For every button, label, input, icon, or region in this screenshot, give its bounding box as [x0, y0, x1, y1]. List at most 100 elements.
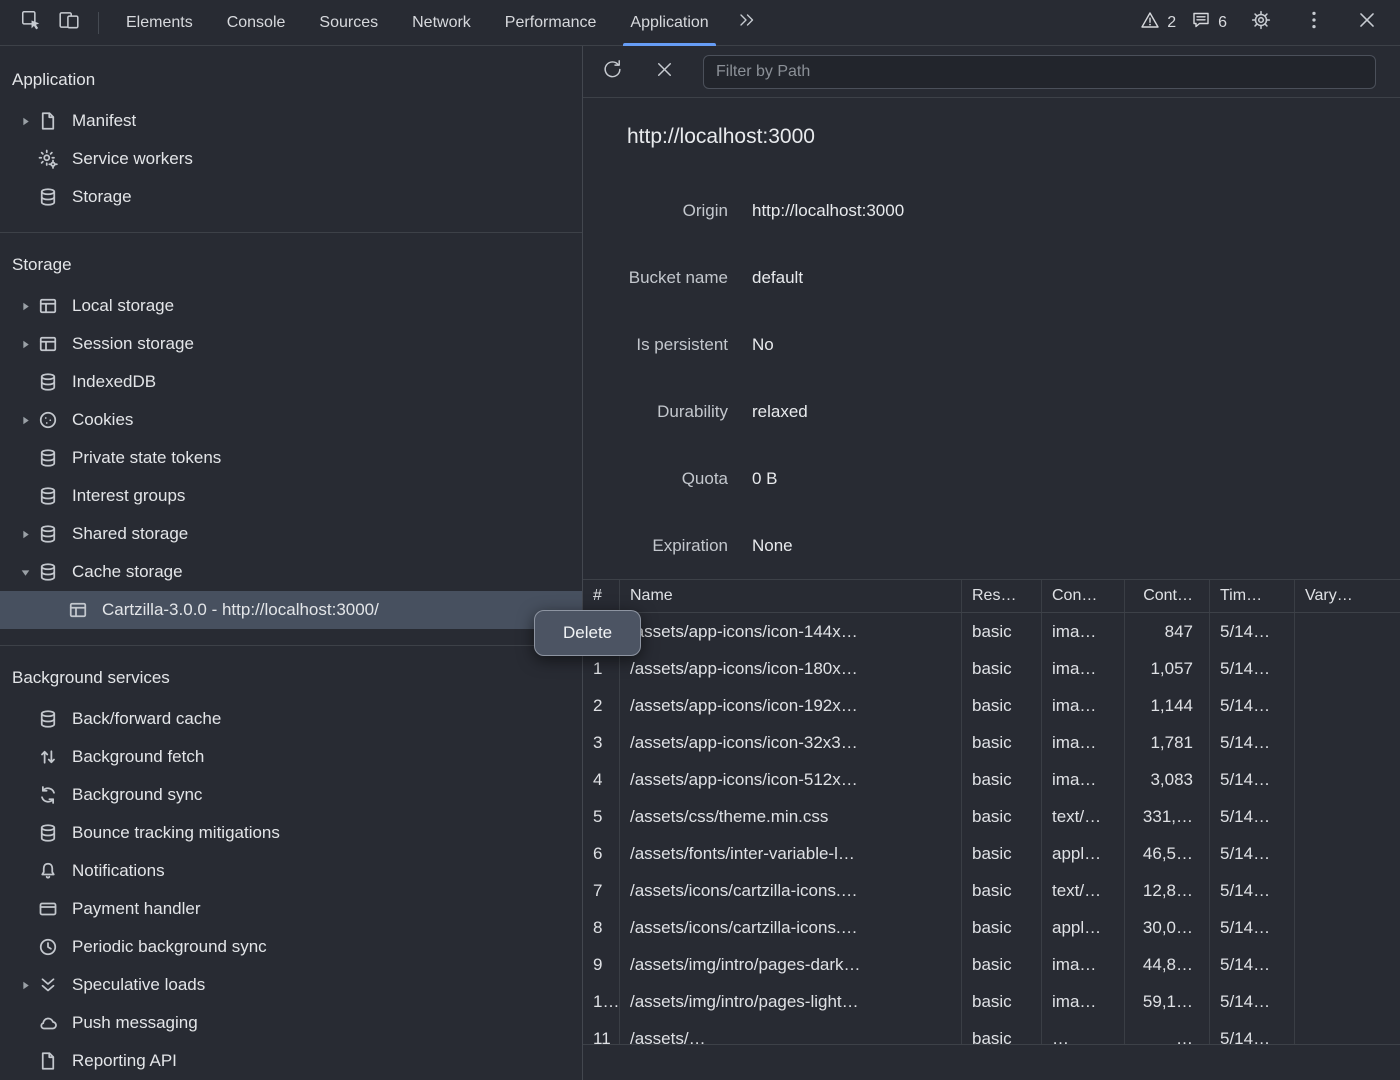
triangle-right-icon[interactable] — [14, 115, 36, 128]
double-chevron-down-icon — [36, 975, 60, 995]
column-header-res[interactable]: Res… — [961, 580, 1041, 612]
table-row[interactable]: 5/assets/css/theme.min.cssbasictext/…331… — [583, 798, 1400, 835]
settings-button[interactable] — [1244, 6, 1278, 40]
clear-button[interactable] — [651, 59, 677, 85]
filter-by-path-input[interactable] — [703, 55, 1376, 89]
sidebar-item-label: Background fetch — [72, 747, 204, 767]
tab-sources[interactable]: Sources — [302, 0, 395, 46]
column-header-con[interactable]: Con… — [1041, 580, 1124, 612]
column-header-name[interactable]: Name — [619, 580, 961, 612]
table-row[interactable]: 6/assets/fonts/inter-variable-l…basicapp… — [583, 835, 1400, 872]
issues-warning-button[interactable]: 2 — [1140, 10, 1176, 35]
close-devtools-button[interactable] — [1350, 6, 1384, 40]
table-row[interactable]: 1…/assets/img/intro/pages-light…basicima… — [583, 983, 1400, 1020]
table-row[interactable]: 0/assets/app-icons/icon-144x…basicima…84… — [583, 613, 1400, 650]
triangle-right-icon[interactable] — [14, 300, 36, 313]
table-body: 0/assets/app-icons/icon-144x…basicima…84… — [583, 613, 1400, 1044]
cell-res: basic — [961, 798, 1041, 835]
sidebar-item-cache-storage[interactable]: Cache storage — [0, 553, 582, 591]
triangle-right-icon[interactable] — [14, 528, 36, 541]
database-icon — [36, 524, 60, 544]
cell-vary — [1294, 761, 1400, 798]
table-row[interactable]: 3/assets/app-icons/icon-32x3…basicima…1,… — [583, 724, 1400, 761]
sidebar-item-label: Push messaging — [72, 1013, 198, 1033]
device-toolbar-button[interactable] — [52, 6, 86, 40]
inspect-element-button[interactable] — [14, 6, 48, 40]
metadata-row-origin: Originhttp://localhost:3000 — [583, 177, 1400, 244]
sidebar-item-periodic-background-sync[interactable]: Periodic background sync — [0, 928, 582, 966]
cell-cont: 44,8… — [1124, 946, 1209, 983]
sidebar-item-indexeddb[interactable]: IndexedDB — [0, 363, 582, 401]
sidebar-item-storage[interactable]: Storage — [0, 178, 582, 216]
cell-tim: 5/14… — [1209, 872, 1294, 909]
tab-network[interactable]: Network — [395, 0, 488, 46]
cell-con: ima… — [1041, 983, 1124, 1020]
context-menu-delete[interactable]: Delete — [539, 615, 636, 651]
cell-num: 8 — [583, 909, 619, 946]
cell-name: /assets/icons/cartzilla-icons.… — [619, 909, 961, 946]
triangle-right-icon[interactable] — [14, 414, 36, 427]
table-row[interactable]: 7/assets/icons/cartzilla-icons.…basictex… — [583, 872, 1400, 909]
cell-tim: 5/14… — [1209, 613, 1294, 650]
sidebar-item-speculative-loads[interactable]: Speculative loads — [0, 966, 582, 1004]
sidebar-item-shared-storage[interactable]: Shared storage — [0, 515, 582, 553]
sidebar-item-local-storage[interactable]: Local storage — [0, 287, 582, 325]
triangle-right-icon[interactable] — [14, 979, 36, 992]
column-header-cont[interactable]: Cont… — [1124, 580, 1209, 612]
sidebar-item-cookies[interactable]: Cookies — [0, 401, 582, 439]
sidebar-item-label: Background sync — [72, 785, 202, 805]
table-row[interactable]: 2/assets/app-icons/icon-192x…basicima…1,… — [583, 687, 1400, 724]
column-header-index[interactable]: # — [583, 580, 619, 612]
column-header-tim[interactable]: Tim… — [1209, 580, 1294, 612]
table-row[interactable]: 11/assets/…basic……5/14… — [583, 1020, 1400, 1044]
cell-name: /assets/css/theme.min.css — [619, 798, 961, 835]
sidebar-item-bounce-tracking-mitigations[interactable]: Bounce tracking mitigations — [0, 814, 582, 852]
triangle-right-icon[interactable] — [14, 338, 36, 351]
cell-tim: 5/14… — [1209, 909, 1294, 946]
sidebar-item-reporting-api[interactable]: Reporting API — [0, 1042, 582, 1080]
cell-res: basic — [961, 872, 1041, 909]
column-header-vary[interactable]: Vary… — [1294, 580, 1400, 612]
tab-performance[interactable]: Performance — [488, 0, 614, 46]
cell-tim: 5/14… — [1209, 724, 1294, 761]
table-row[interactable]: 1/assets/app-icons/icon-180x…basicima…1,… — [583, 650, 1400, 687]
sidebar-item-session-storage[interactable]: Session storage — [0, 325, 582, 363]
sidebar-item-background-fetch[interactable]: Background fetch — [0, 738, 582, 776]
cell-vary — [1294, 872, 1400, 909]
metadata-label: Is persistent — [583, 335, 728, 355]
menu-button[interactable] — [1297, 6, 1331, 40]
preview-pane — [583, 1044, 1400, 1080]
cell-vary — [1294, 983, 1400, 1020]
cell-name: /assets/app-icons/icon-32x3… — [619, 724, 961, 761]
console-messages-button[interactable]: 6 — [1191, 10, 1227, 35]
sidebar-item-private-state-tokens[interactable]: Private state tokens — [0, 439, 582, 477]
toolbar-separator — [98, 12, 99, 34]
sidebar-item-push-messaging[interactable]: Push messaging — [0, 1004, 582, 1042]
sidebar-item-payment-handler[interactable]: Payment handler — [0, 890, 582, 928]
table-row[interactable]: 8/assets/icons/cartzilla-icons.…basicapp… — [583, 909, 1400, 946]
cell-num: 7 — [583, 872, 619, 909]
devtools-content: ApplicationManifestService workersStorag… — [0, 46, 1400, 1080]
table-row[interactable]: 9/assets/img/intro/pages-dark…basicima…4… — [583, 946, 1400, 983]
more-tabs-button[interactable] — [730, 6, 764, 40]
clear-icon — [654, 59, 675, 85]
cell-res: basic — [961, 909, 1041, 946]
metadata-label: Expiration — [583, 536, 728, 556]
table-row[interactable]: 4/assets/app-icons/icon-512x…basicima…3,… — [583, 761, 1400, 798]
cell-name: /assets/app-icons/icon-512x… — [619, 761, 961, 798]
sidebar-item-notifications[interactable]: Notifications — [0, 852, 582, 890]
tab-application[interactable]: Application — [613, 0, 725, 46]
warning-count: 2 — [1167, 14, 1176, 32]
sidebar-item-cartzilla-3-0-0-http-localhost-3000[interactable]: Cartzilla-3.0.0 - http://localhost:3000/ — [0, 591, 582, 629]
triangle-down-icon[interactable] — [14, 566, 36, 579]
sidebar-item-service-workers[interactable]: Service workers — [0, 140, 582, 178]
tab-console[interactable]: Console — [210, 0, 303, 46]
sidebar-item-manifest[interactable]: Manifest — [0, 102, 582, 140]
sidebar-item-back-forward-cache[interactable]: Back/forward cache — [0, 700, 582, 738]
refresh-button[interactable] — [599, 59, 625, 85]
sidebar-item-label: Speculative loads — [72, 975, 205, 995]
metadata-label: Bucket name — [583, 268, 728, 288]
sidebar-item-interest-groups[interactable]: Interest groups — [0, 477, 582, 515]
tab-elements[interactable]: Elements — [109, 0, 210, 46]
sidebar-item-background-sync[interactable]: Background sync — [0, 776, 582, 814]
